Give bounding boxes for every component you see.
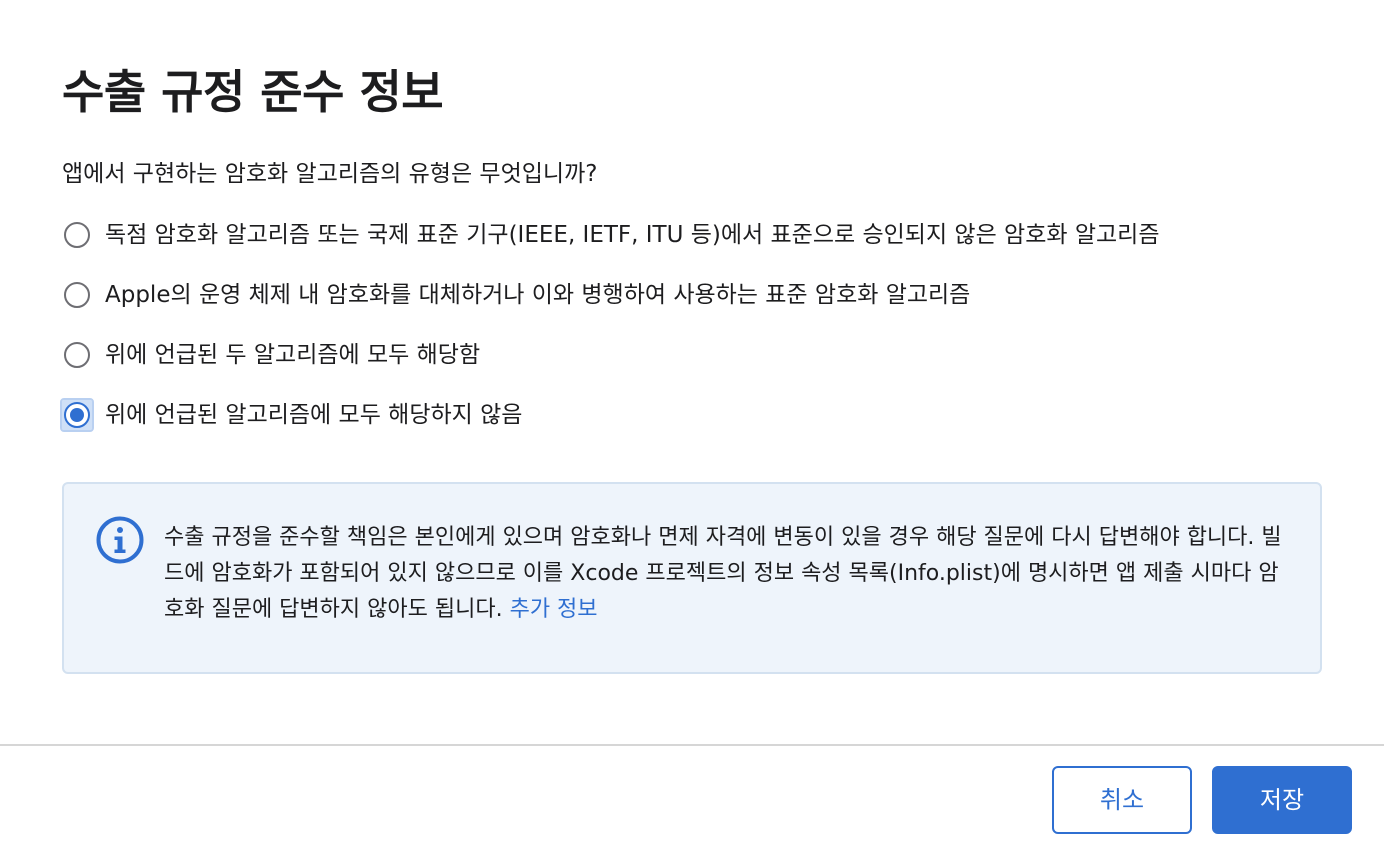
save-button[interactable]: 저장 (1212, 766, 1352, 834)
option-proprietary[interactable]: 독점 암호화 알고리즘 또는 국제 표준 기구(IEEE, IETF, ITU … (62, 205, 1159, 265)
algorithm-options: 독점 암호화 알고리즘 또는 국제 표준 기구(IEEE, IETF, ITU … (60, 205, 1159, 445)
radio-dot (70, 408, 84, 422)
footer-divider (0, 744, 1384, 746)
export-compliance-dialog: 수출 규정 준수 정보 앱에서 구현하는 암호화 알고리즘의 유형은 무엇입니까… (0, 0, 1384, 844)
radio-wrap (62, 280, 92, 310)
option-label: 위에 언급된 알고리즘에 모두 해당하지 않음 (105, 402, 523, 428)
radio-button[interactable] (64, 282, 90, 308)
radio-button[interactable] (64, 222, 90, 248)
radio-wrap (60, 398, 94, 432)
question-text: 앱에서 구현하는 암호화 알고리즘의 유형은 무엇입니까? (62, 161, 598, 187)
option-standard[interactable]: Apple의 운영 체제 내 암호화를 대체하거나 이와 병행하여 사용하는 표… (62, 265, 1159, 325)
option-both[interactable]: 위에 언급된 두 알고리즘에 모두 해당함 (62, 325, 1159, 385)
info-body: 수출 규정을 준수할 책임은 본인에게 있으며 암호화나 면제 자격에 변동이 … (164, 525, 1282, 622)
option-label: Apple의 운영 체제 내 암호화를 대체하거나 이와 병행하여 사용하는 표… (105, 282, 971, 308)
radio-button[interactable] (64, 402, 90, 428)
dialog-title: 수출 규정 준수 정보 (62, 65, 444, 119)
cancel-button[interactable]: 취소 (1052, 766, 1192, 834)
info-icon (96, 516, 144, 564)
radio-wrap (62, 340, 92, 370)
info-text: 수출 규정을 준수할 책임은 본인에게 있으며 암호화나 면제 자격에 변동이 … (164, 520, 1294, 628)
more-info-link[interactable]: 추가 정보 (510, 597, 598, 622)
option-none[interactable]: 위에 언급된 알고리즘에 모두 해당하지 않음 (60, 385, 1159, 445)
info-box: 수출 규정을 준수할 책임은 본인에게 있으며 암호화나 면제 자격에 변동이 … (62, 482, 1322, 674)
radio-button[interactable] (64, 342, 90, 368)
radio-wrap (62, 220, 92, 250)
option-label: 위에 언급된 두 알고리즘에 모두 해당함 (105, 342, 481, 368)
option-label: 독점 암호화 알고리즘 또는 국제 표준 기구(IEEE, IETF, ITU … (105, 222, 1160, 248)
